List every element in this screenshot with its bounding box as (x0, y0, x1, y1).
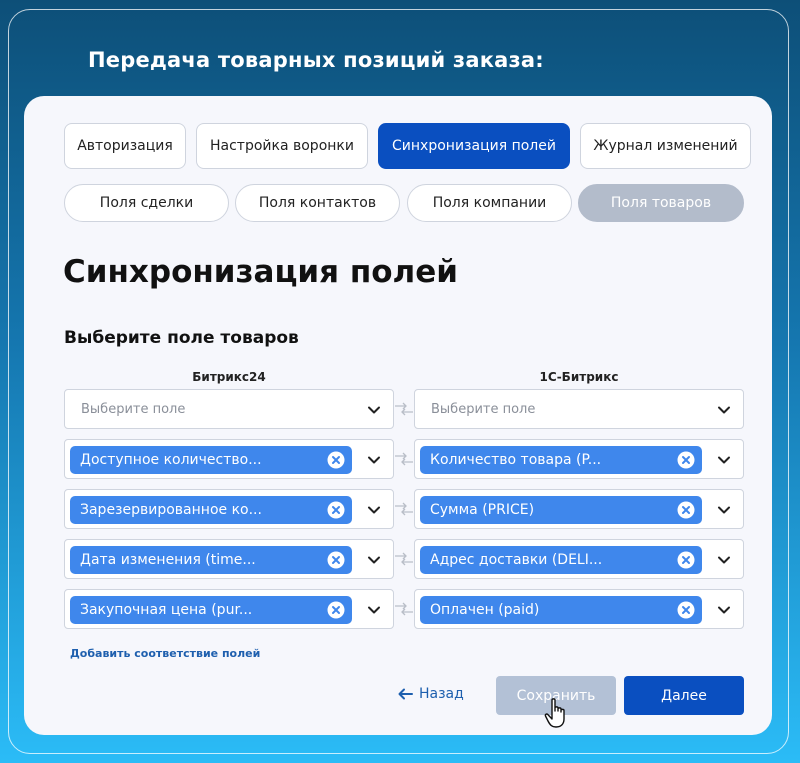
header-title: Передача товарных позиций заказа: (88, 48, 544, 72)
tab-change-log[interactable]: Журнал изменений (580, 123, 751, 169)
swap-arrows-icon (395, 502, 413, 516)
right-field-select[interactable]: Адрес доставки (DELI... (414, 539, 744, 579)
subtab-deal-fields[interactable]: Поля сделки (64, 184, 229, 222)
chip-label: Оплачен (paid) (430, 602, 540, 618)
clear-icon[interactable] (677, 551, 695, 569)
chip-label: Количество товара (P... (430, 452, 602, 468)
add-mapping-link[interactable]: Добавить соответствие полей (70, 647, 260, 660)
chip-label: Сумма (PRICE) (430, 502, 535, 518)
chevron-down-icon[interactable] (367, 503, 381, 517)
tab-field-sync[interactable]: Синхронизация полей (378, 123, 570, 169)
chevron-down-icon[interactable] (717, 603, 731, 617)
chevron-down-icon[interactable] (717, 453, 731, 467)
left-field-select[interactable]: Доступное количество... (64, 439, 394, 479)
clear-icon[interactable] (677, 501, 695, 519)
field-chip: Дата изменения (time... (70, 546, 352, 574)
clear-icon[interactable] (677, 601, 695, 619)
right-field-select-empty[interactable]: Выберите поле (414, 389, 744, 429)
chevron-down-icon[interactable] (717, 403, 731, 417)
right-field-select[interactable]: Количество товара (P... (414, 439, 744, 479)
right-field-select[interactable]: Сумма (PRICE) (414, 489, 744, 529)
field-chip: Закупочная цена (pur... (70, 596, 352, 624)
subtab-company-fields[interactable]: Поля компании (407, 184, 572, 222)
left-field-select-empty[interactable]: Выберите поле (64, 389, 394, 429)
swap-arrows-icon (395, 602, 413, 616)
page-title: Синхронизация полей (63, 254, 459, 290)
column-label-1c-bitrix: 1С-Битрикс (539, 370, 619, 384)
hand-cursor-icon (544, 698, 565, 728)
subtab-product-fields[interactable]: Поля товаров (578, 184, 744, 222)
clear-icon[interactable] (327, 501, 345, 519)
clear-icon[interactable] (327, 551, 345, 569)
chevron-down-icon[interactable] (717, 553, 731, 567)
chip-label: Доступное количество... (80, 452, 262, 468)
swap-arrows-icon (395, 402, 413, 416)
chevron-down-icon[interactable] (717, 503, 731, 517)
column-label-bitrix24: Битрикс24 (192, 370, 266, 384)
field-chip: Доступное количество... (70, 446, 352, 474)
select-placeholder: Выберите поле (81, 402, 186, 417)
arrow-left-icon (398, 688, 413, 700)
left-field-select[interactable]: Дата изменения (time... (64, 539, 394, 579)
swap-arrows-icon (395, 452, 413, 466)
tab-funnel-settings[interactable]: Настройка воронки (196, 123, 368, 169)
chip-label: Зарезервированное ко... (80, 502, 262, 518)
chip-label: Закупочная цена (pur... (80, 602, 253, 618)
clear-icon[interactable] (327, 451, 345, 469)
field-chip: Адрес доставки (DELI... (420, 546, 702, 574)
back-label: Назад (419, 686, 464, 702)
field-chip: Сумма (PRICE) (420, 496, 702, 524)
chip-label: Дата изменения (time... (80, 552, 256, 568)
clear-icon[interactable] (677, 451, 695, 469)
left-field-select[interactable]: Зарезервированное ко... (64, 489, 394, 529)
field-chip: Зарезервированное ко... (70, 496, 352, 524)
chevron-down-icon[interactable] (367, 453, 381, 467)
back-button[interactable]: Назад (398, 686, 464, 702)
chip-label: Адрес доставки (DELI... (430, 552, 603, 568)
section-title: Выберите поле товаров (64, 328, 299, 348)
field-chip: Оплачен (paid) (420, 596, 702, 624)
chevron-down-icon[interactable] (367, 403, 381, 417)
subtab-contact-fields[interactable]: Поля контактов (235, 184, 400, 222)
tab-authorization[interactable]: Авторизация (64, 123, 186, 169)
select-placeholder: Выберите поле (431, 402, 536, 417)
left-field-select[interactable]: Закупочная цена (pur... (64, 589, 394, 629)
field-chip: Количество товара (P... (420, 446, 702, 474)
chevron-down-icon[interactable] (367, 603, 381, 617)
swap-arrows-icon (395, 552, 413, 566)
clear-icon[interactable] (327, 601, 345, 619)
chevron-down-icon[interactable] (367, 553, 381, 567)
next-button[interactable]: Далее (624, 676, 744, 715)
right-field-select[interactable]: Оплачен (paid) (414, 589, 744, 629)
